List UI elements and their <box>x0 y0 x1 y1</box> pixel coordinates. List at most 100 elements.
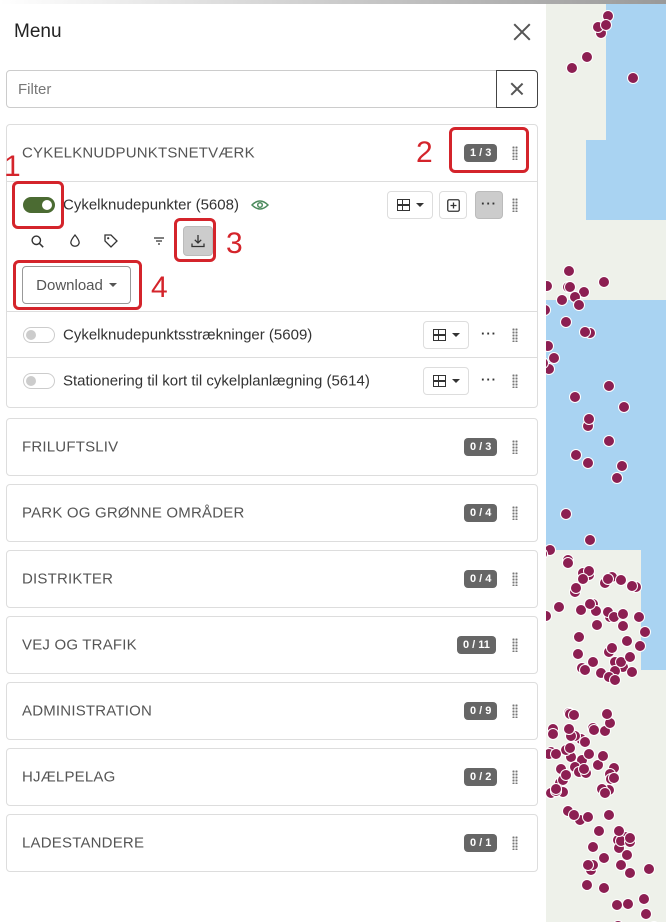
group-header[interactable]: HJÆLPELAG 0 / 2 <box>7 749 537 805</box>
map-marker[interactable] <box>566 61 579 74</box>
drag-handle-icon[interactable] <box>512 198 518 212</box>
eye-icon[interactable] <box>250 198 270 217</box>
map-marker[interactable] <box>563 722 576 735</box>
map-marker[interactable] <box>615 459 628 472</box>
map-marker[interactable] <box>571 648 584 661</box>
map-marker[interactable] <box>617 619 630 632</box>
zoom-to-layer-button[interactable] <box>439 191 467 219</box>
map-marker[interactable] <box>579 663 592 676</box>
map-marker[interactable] <box>583 534 596 547</box>
map-marker[interactable] <box>560 315 573 328</box>
layer-toggle[interactable] <box>23 326 55 343</box>
map-marker[interactable] <box>547 728 560 741</box>
table-dropdown-button[interactable] <box>387 191 433 219</box>
map-marker[interactable] <box>601 573 614 586</box>
map-marker[interactable] <box>614 858 627 871</box>
group-header[interactable]: DISTRIKTER 0 / 4 <box>7 551 537 607</box>
map-marker[interactable] <box>578 735 591 748</box>
map-marker[interactable] <box>578 326 591 339</box>
map-marker[interactable] <box>623 651 636 664</box>
drag-handle-icon[interactable] <box>512 506 518 520</box>
map-marker[interactable] <box>611 471 624 484</box>
map-marker[interactable] <box>590 618 603 631</box>
map-marker[interactable] <box>577 762 590 775</box>
map-marker[interactable] <box>633 610 646 623</box>
drag-handle-icon[interactable] <box>512 373 518 388</box>
map-marker[interactable] <box>609 673 622 686</box>
map-marker[interactable] <box>621 635 634 648</box>
map-marker[interactable] <box>582 748 595 761</box>
drag-handle-icon[interactable] <box>512 704 518 718</box>
group-header[interactable]: LADESTANDERE 0 / 1 <box>7 815 537 871</box>
map-marker[interactable] <box>634 639 647 652</box>
map-marker[interactable] <box>547 352 560 365</box>
map-marker[interactable] <box>562 556 575 569</box>
map-marker[interactable] <box>643 862 656 875</box>
map-marker[interactable] <box>616 608 629 621</box>
table-dropdown-button[interactable] <box>423 321 469 349</box>
close-icon[interactable] <box>510 20 534 44</box>
map-marker[interactable] <box>626 665 639 678</box>
drag-handle-icon[interactable] <box>512 440 518 454</box>
map-marker[interactable] <box>600 708 613 721</box>
map-marker[interactable] <box>603 809 616 822</box>
map-view[interactable] <box>546 0 666 922</box>
map-marker[interactable] <box>623 867 636 880</box>
map-marker[interactable] <box>546 279 553 292</box>
map-marker[interactable] <box>638 892 650 905</box>
more-options-button[interactable]: ··· <box>475 191 503 219</box>
drag-handle-icon[interactable] <box>512 638 518 652</box>
group-header[interactable]: FRILUFTSLIV 0 / 3 <box>7 419 537 475</box>
map-marker[interactable] <box>576 572 589 585</box>
map-marker[interactable] <box>546 610 552 623</box>
map-marker[interactable] <box>580 50 593 63</box>
drag-handle-icon[interactable] <box>512 327 518 342</box>
map-marker[interactable] <box>559 507 572 520</box>
map-marker[interactable] <box>562 264 575 277</box>
map-marker[interactable] <box>598 786 611 799</box>
filter-layer-button[interactable] <box>145 227 173 255</box>
drag-handle-icon[interactable] <box>512 836 518 850</box>
map-marker[interactable] <box>600 18 613 31</box>
group-header[interactable]: PARK OG GRØNNE OMRÅDER 0 / 4 <box>7 485 537 541</box>
map-marker[interactable] <box>603 379 615 392</box>
map-marker[interactable] <box>552 600 565 613</box>
map-marker[interactable] <box>617 400 630 413</box>
map-marker[interactable] <box>573 631 586 644</box>
drag-handle-icon[interactable] <box>512 770 518 784</box>
style-layer-button[interactable] <box>61 227 89 255</box>
map-marker[interactable] <box>568 708 581 721</box>
map-marker[interactable] <box>555 293 568 306</box>
map-marker[interactable] <box>626 71 639 84</box>
more-options-button[interactable]: ··· <box>475 321 503 349</box>
map-marker[interactable] <box>614 574 627 587</box>
group-header[interactable]: VEJ OG TRAFIK 0 / 11 <box>7 617 537 673</box>
map-marker[interactable] <box>560 769 573 782</box>
map-marker[interactable] <box>624 831 637 844</box>
map-marker[interactable] <box>582 413 595 426</box>
more-options-button[interactable]: ··· <box>475 367 503 395</box>
map-marker[interactable] <box>598 851 611 864</box>
filter-input[interactable] <box>7 71 497 107</box>
map-marker[interactable] <box>581 878 593 891</box>
map-marker[interactable] <box>597 275 610 288</box>
map-marker[interactable] <box>587 840 600 853</box>
map-marker[interactable] <box>567 809 580 822</box>
map-marker[interactable] <box>582 811 595 824</box>
table-dropdown-button[interactable] <box>423 367 469 395</box>
clear-filter-button[interactable] <box>496 70 538 108</box>
map-marker[interactable] <box>605 642 618 655</box>
map-marker[interactable] <box>608 772 621 784</box>
map-marker[interactable] <box>611 898 624 911</box>
map-marker[interactable] <box>597 750 610 763</box>
map-marker[interactable] <box>639 626 652 639</box>
group-header[interactable]: ADMINISTRATION 0 / 9 <box>7 683 537 739</box>
map-marker[interactable] <box>640 907 653 920</box>
map-marker[interactable] <box>622 897 635 910</box>
map-marker[interactable] <box>620 848 633 861</box>
map-marker[interactable] <box>549 747 562 760</box>
layer-toggle[interactable] <box>23 372 55 389</box>
map-marker[interactable] <box>581 457 594 470</box>
map-marker[interactable] <box>597 882 610 895</box>
label-layer-button[interactable] <box>97 227 125 255</box>
